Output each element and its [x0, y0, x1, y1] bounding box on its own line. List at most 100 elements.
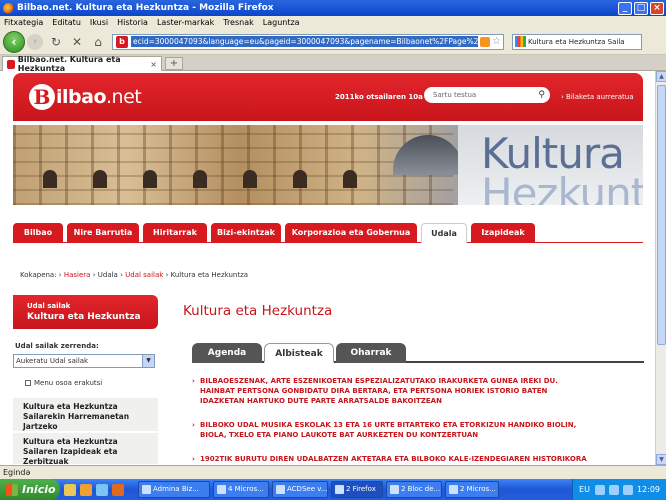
tab-agenda[interactable]: Agenda [192, 343, 262, 363]
menu-file[interactable]: Fitxategia [4, 18, 43, 27]
breadcrumb: Kokapena: › Hasiera › Udala › Udal saila… [20, 271, 248, 279]
url-bar[interactable]: b ecid=3000047093&language=eu&pageid=300… [112, 33, 504, 50]
rss-icon[interactable] [480, 36, 491, 47]
menu-history[interactable]: Historia [117, 18, 148, 27]
taskbar-button-firefox[interactable]: 2 Firefox [331, 481, 383, 498]
left-menu-item[interactable]: Kultura eta Hezkuntza Sailaren Izapideak… [13, 432, 158, 465]
breadcrumb-udal-sailak[interactable]: Udal sailak [125, 271, 163, 279]
close-button[interactable]: × [650, 1, 664, 15]
language-indicator[interactable]: EU [579, 485, 590, 494]
expand-icon [25, 380, 31, 386]
nav-tab-hiritarrak[interactable]: Hiritarrak [143, 223, 207, 243]
window-title: Bilbao.net. Kultura eta Hezkuntza - Mozi… [17, 3, 274, 13]
bilbao-logo[interactable]: B ilbao.net [29, 84, 142, 110]
menu-view[interactable]: Ikusi [90, 18, 108, 27]
logo-domain: .net [106, 86, 142, 108]
site-search-input[interactable]: Sartu testua ⚲ [424, 87, 550, 103]
status-bar: Egində [0, 465, 666, 479]
nav-tab-bizi-ekintzak[interactable]: Bizi-ekintzak [211, 223, 281, 243]
breadcrumb-sep: › [165, 271, 169, 279]
tab-oharrak[interactable]: Oharrak [336, 343, 406, 363]
browser-tab-active[interactable]: Bilbao.net. Kultura eta Hezkuntza × [2, 55, 162, 73]
taskbar-button[interactable]: 4 Micros... [213, 481, 269, 498]
bookmark-star-icon[interactable]: ☆ [492, 36, 501, 47]
breadcrumb-current: Kultura eta Hezkuntza [170, 271, 249, 279]
scroll-up-icon[interactable]: ▲ [656, 71, 666, 82]
home-icon[interactable]: ⌂ [90, 34, 106, 50]
department-select-value: Aukeratu Udal sailak [16, 357, 89, 365]
nav-tab-korporazioa[interactable]: Korporazioa eta Gobernua [285, 223, 417, 243]
bullet-icon: › [192, 421, 195, 429]
taskbar-button[interactable]: Admina Biz... [138, 481, 210, 498]
maximize-button[interactable]: □ [634, 1, 648, 15]
menu-bar: Fitxategia Editatu Ikusi Historia Laster… [0, 16, 666, 29]
quicklaunch-icon[interactable] [112, 483, 124, 496]
new-tab-button[interactable]: + [165, 57, 183, 70]
search-engine-icon[interactable] [515, 36, 526, 47]
department-select[interactable]: Aukeratu Udal sailak ▼ [13, 354, 155, 368]
advanced-search-link[interactable]: › Bilaketa aurreratua [561, 93, 634, 101]
search-icon[interactable]: ⚲ [538, 90, 545, 100]
start-button[interactable]: Inicio [0, 479, 60, 500]
breadcrumb-home[interactable]: Hasiera [64, 271, 91, 279]
site-date: 2011ko otsailaren 10a [335, 93, 423, 101]
nav-tab-bilbao[interactable]: Bilbao [13, 223, 63, 243]
department-select-label: Udal sailak zerrenda: [15, 342, 99, 350]
menu-edit[interactable]: Editatu [52, 18, 81, 27]
tray-icon[interactable] [622, 484, 633, 495]
menu-tools[interactable]: Tresnak [223, 18, 254, 27]
building-photo [13, 125, 453, 205]
site-header: B ilbao.net 2011ko otsailaren 10a Sartu … [13, 73, 643, 121]
news-item-text[interactable]: BILBOKO UDAL MUSIKA ESKOLAK 13 ETA 16 UR… [200, 421, 576, 439]
search-bar-text[interactable]: Kultura eta Hezkuntza Saila [528, 38, 625, 46]
tab-close-icon[interactable]: × [150, 60, 157, 69]
reload-icon[interactable]: ↻ [48, 34, 64, 50]
show-full-menu-link[interactable]: Menu osoa erakutsi [25, 379, 102, 387]
tray-icon[interactable] [594, 484, 605, 495]
site-favicon: b [116, 35, 128, 48]
banner-window [143, 170, 157, 188]
quicklaunch-icon[interactable] [80, 483, 92, 496]
forward-button[interactable]: › [27, 33, 43, 50]
stop-icon[interactable]: ✕ [69, 34, 85, 50]
tab-albisteak[interactable]: Albisteak [264, 343, 334, 363]
news-item-text[interactable]: 1902TIK BURUTU DIREN UDALBATZEN AKTETARA… [200, 455, 587, 463]
clock: 12:09 [636, 485, 660, 494]
back-button[interactable]: ‹ [3, 30, 25, 53]
vertical-scrollbar[interactable]: ▲ ▼ [655, 71, 666, 465]
page-viewport: B ilbao.net 2011ko otsailaren 10a Sartu … [0, 71, 655, 465]
left-menu-item[interactable]: Kultura eta Hezkuntza Sailarekin Harrema… [13, 397, 158, 431]
show-full-menu-label: Menu osoa erakutsi [34, 379, 103, 387]
quicklaunch-icon[interactable] [96, 483, 108, 496]
chevron-down-icon[interactable]: ▼ [142, 355, 154, 367]
news-item-text[interactable]: BILBAOESZENAK, ARTE ESZENIKOETAN ESPEZIA… [200, 377, 558, 405]
banner-window [343, 170, 357, 188]
taskbar-button[interactable]: ACDSee v... [272, 481, 328, 498]
news-item[interactable]: › 1902TIK BURUTU DIREN UDALBATZEN AKTETA… [192, 454, 592, 464]
url-text[interactable]: ecid=3000047093&language=eu&pageid=30000… [131, 36, 479, 47]
scroll-down-icon[interactable]: ▼ [656, 454, 666, 465]
windows-logo-icon [6, 483, 18, 496]
nav-tab-izapideak[interactable]: Izapideak [471, 223, 535, 243]
nav-tab-udala[interactable]: Udala [421, 223, 467, 243]
news-item[interactable]: › BILBAOESZENAK, ARTE ESZENIKOETAN ESPEZ… [192, 376, 592, 406]
taskbar-button[interactable]: 2 Bloc de... [386, 481, 442, 498]
menu-bookmarks[interactable]: Laster-markak [157, 18, 214, 27]
minimize-button[interactable]: _ [618, 1, 632, 15]
scrollbar-thumb[interactable] [657, 85, 666, 345]
section-banner: Kultura Hezkuntza [13, 125, 643, 205]
breadcrumb-udala[interactable]: Udala [98, 271, 118, 279]
system-tray: EU 12:09 [572, 479, 666, 500]
menu-help[interactable]: Laguntza [263, 18, 300, 27]
quicklaunch-icon[interactable] [64, 483, 76, 496]
tray-icon[interactable] [608, 484, 619, 495]
banner-window [243, 170, 257, 188]
banner-window [43, 170, 57, 188]
news-item[interactable]: › BILBOKO UDAL MUSIKA ESKOLAK 13 ETA 16 … [192, 420, 592, 440]
banner-window [293, 170, 307, 188]
tab-strip: Bilbao.net. Kultura eta Hezkuntza × + [0, 55, 666, 73]
search-bar[interactable]: Kultura eta Hezkuntza Saila [512, 33, 642, 50]
nav-tab-nire-barrutia[interactable]: Nire Barrutia [67, 223, 139, 243]
department-box-title: Kultura eta Hezkuntza [27, 312, 141, 322]
taskbar-button[interactable]: 2 Micros... [445, 481, 499, 498]
